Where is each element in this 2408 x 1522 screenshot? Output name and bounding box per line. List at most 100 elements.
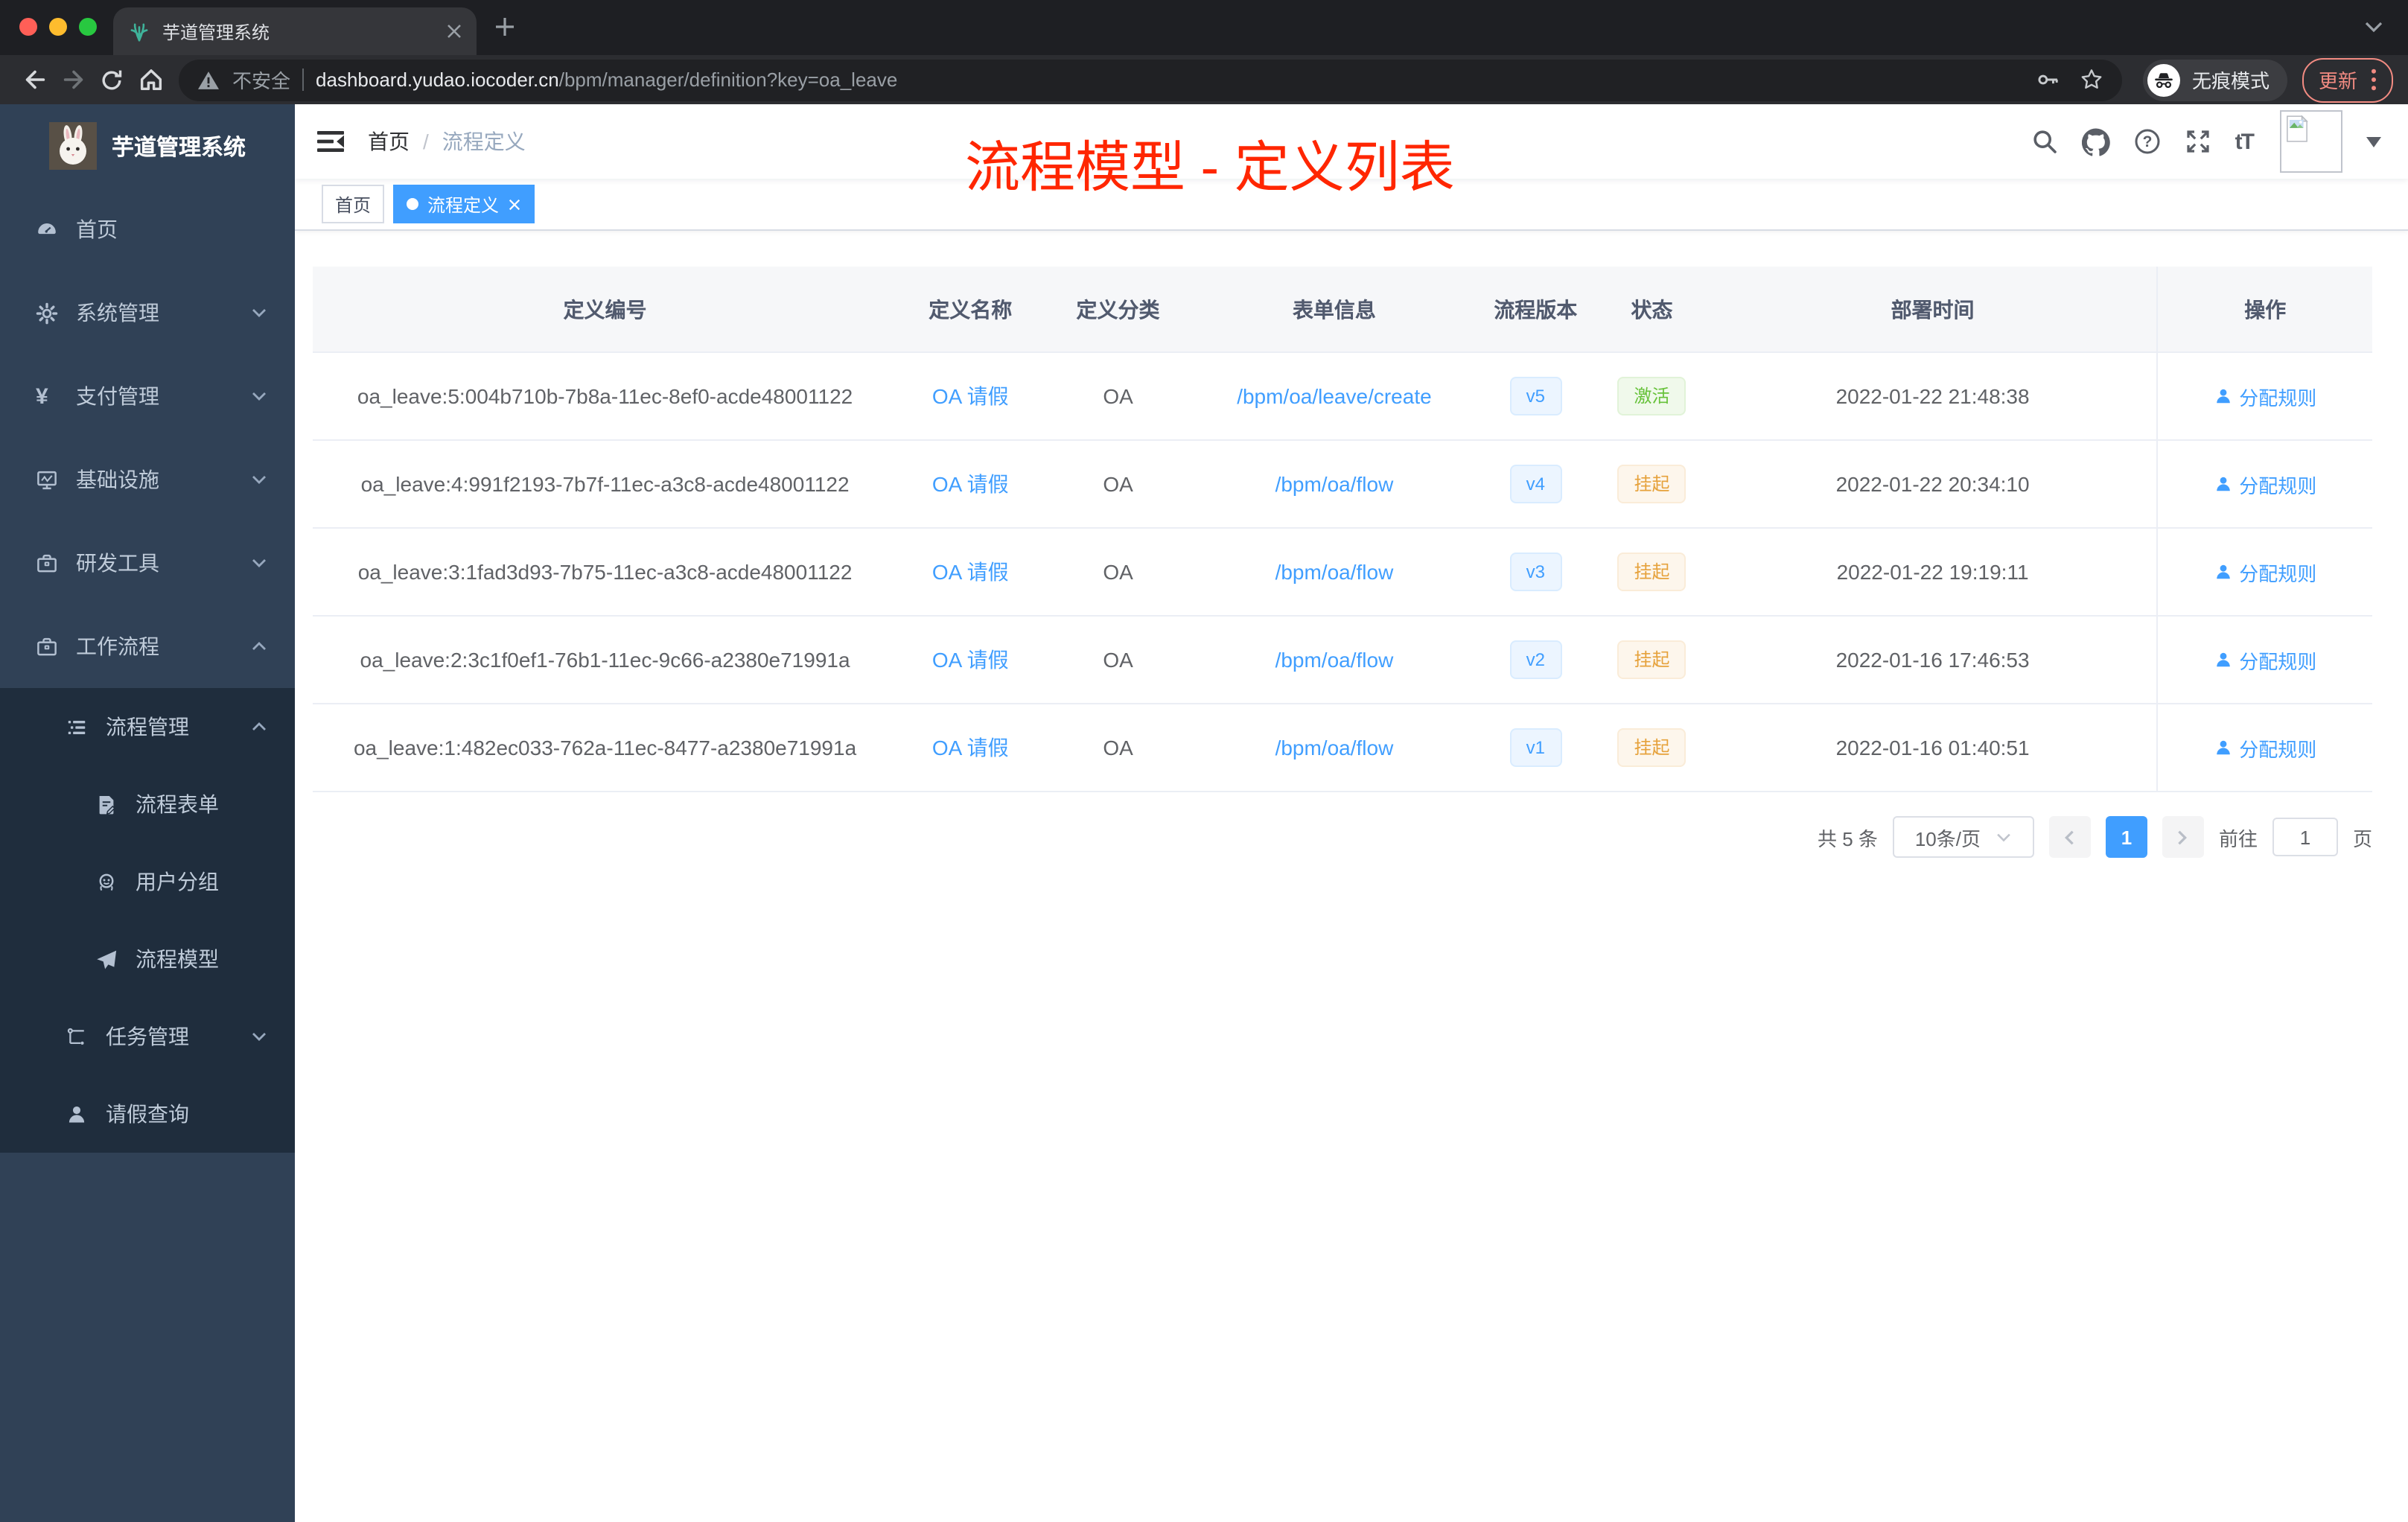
- sidebar-item-label: 工作流程: [76, 634, 159, 658]
- sidebar-collapse-icon[interactable]: [316, 128, 345, 155]
- tab-strip: 芋道管理系统: [0, 0, 2408, 55]
- search-icon[interactable]: [2031, 128, 2058, 155]
- password-key-icon[interactable]: [2036, 67, 2061, 92]
- definition-name-link[interactable]: OA 请假: [932, 472, 1009, 496]
- avatar-dropdown-caret-icon[interactable]: [2366, 137, 2381, 155]
- assign-rule-link[interactable]: 分配规则: [2214, 382, 2316, 410]
- address-bar[interactable]: 不安全 dashboard.yudao.iocoder.cn/bpm/manag…: [179, 59, 2122, 101]
- chevron-down-icon: [250, 304, 268, 322]
- browser-toolbar: 不安全 dashboard.yudao.iocoder.cn/bpm/manag…: [0, 55, 2408, 104]
- table-row: oa_leave:4:991f2193-7b7f-11ec-a3c8-acde4…: [313, 440, 2372, 529]
- column-header: 状态: [1595, 267, 1709, 353]
- definition-name-link[interactable]: OA 请假: [932, 648, 1009, 672]
- sidebar-item-process-form[interactable]: 流程表单: [0, 765, 295, 843]
- minimize-window-button[interactable]: [49, 18, 67, 36]
- chrome-update-menu-button[interactable]: 更新: [2302, 57, 2393, 102]
- breadcrumb-home[interactable]: 首页: [368, 127, 410, 156]
- definition-id-cell: oa_leave:1:482ec033-762a-11ec-8477-a2380…: [313, 704, 898, 792]
- user-icon: [2216, 652, 2230, 667]
- column-header: 表单信息: [1192, 267, 1477, 353]
- page-number-button[interactable]: 1: [2105, 816, 2147, 858]
- sidebar-item-process-model[interactable]: 流程模型: [0, 920, 295, 998]
- sidebar-item-task-management[interactable]: 任务管理: [0, 998, 295, 1075]
- sidebar-menu: 首页系统管理 ¥ 支付管理 基础设施 研发工具工作流程流程管理流程表单用户分组 流程模型任…: [0, 188, 295, 1153]
- macos-window-controls: [19, 18, 97, 36]
- person-icon: [66, 1103, 88, 1125]
- sidebar-item-infrastructure[interactable]: 基础设施: [0, 438, 295, 521]
- active-tag-dot-icon: [407, 198, 419, 210]
- breadcrumb: 首页 / 流程定义: [368, 127, 526, 156]
- app-window: 芋道管理系统 首页系统管理 ¥ 支付管理 基础设施 研发工具工作流程流程管理流程表单用户…: [0, 104, 2408, 1522]
- sidebar-item-workflow[interactable]: 工作流程: [0, 605, 295, 688]
- monitor-icon: [36, 468, 58, 491]
- zoom-window-button[interactable]: [79, 18, 97, 36]
- chevron-up-icon: [250, 718, 268, 736]
- home-button[interactable]: [131, 60, 170, 99]
- screen: 芋道管理系统 不安全 dashboard.yudao.iocoder.cn/bp…: [0, 0, 2408, 1522]
- browser-chrome: 芋道管理系统 不安全 dashboard.yudao.iocoder.cn/bp…: [0, 0, 2408, 104]
- breadcrumb-current: 流程定义: [442, 130, 526, 153]
- form-link[interactable]: /bpm/oa/flow: [1275, 560, 1394, 584]
- avatar[interactable]: [2280, 110, 2342, 173]
- form-link[interactable]: /bpm/oa/leave/create: [1237, 384, 1432, 408]
- form-link[interactable]: /bpm/oa/flow: [1275, 736, 1394, 760]
- tag-item[interactable]: 首页: [322, 185, 385, 223]
- definition-name-link[interactable]: OA 请假: [932, 736, 1009, 760]
- definition-category-cell: OA: [1043, 528, 1193, 617]
- definition-name-link[interactable]: OA 请假: [932, 384, 1009, 408]
- sidebar-item-label: 系统管理: [76, 301, 159, 325]
- app-logo[interactable]: 芋道管理系统: [0, 104, 295, 188]
- chevron-right-icon: [2179, 830, 2188, 844]
- back-button[interactable]: [15, 60, 54, 99]
- sidebar-item-label: 任务管理: [106, 1025, 189, 1048]
- form-link[interactable]: /bpm/oa/flow: [1275, 648, 1394, 672]
- tag-active[interactable]: 流程定义: [393, 185, 535, 223]
- sidebar-item-system[interactable]: 系统管理: [0, 271, 295, 354]
- page-size-select[interactable]: 10条/页: [1892, 816, 2034, 858]
- fullscreen-icon[interactable]: [2185, 128, 2211, 155]
- sidebar-item-leave-query[interactable]: 请假查询: [0, 1075, 295, 1153]
- tab-close-icon[interactable]: [447, 24, 462, 39]
- next-page-button[interactable]: [2162, 816, 2204, 858]
- assign-rule-link[interactable]: 分配规则: [2214, 733, 2316, 762]
- sidebar-item-label: 流程表单: [136, 792, 219, 816]
- github-icon[interactable]: [2081, 127, 2110, 156]
- column-header: 定义名称: [897, 267, 1044, 353]
- definition-category-cell: OA: [1043, 616, 1193, 704]
- sidebar-item-payment[interactable]: ¥ 支付管理: [0, 354, 295, 438]
- sidebar-item-user-group[interactable]: 用户分组: [0, 843, 295, 920]
- close-window-button[interactable]: [19, 18, 37, 36]
- security-warning-icon[interactable]: [197, 69, 220, 90]
- prev-page-button[interactable]: [2048, 816, 2091, 858]
- assign-rule-link[interactable]: 分配规则: [2214, 470, 2316, 498]
- help-icon[interactable]: ?: [2134, 128, 2161, 155]
- form-link[interactable]: /bpm/oa/flow: [1275, 472, 1394, 496]
- tag-close-icon[interactable]: [508, 197, 521, 211]
- sidebar-item-dev-tools[interactable]: 研发工具: [0, 521, 295, 605]
- app-title: 芋道管理系统: [111, 135, 246, 160]
- browser-tab[interactable]: 芋道管理系统: [113, 7, 477, 55]
- version-badge: v1: [1509, 728, 1561, 767]
- gear-icon: [36, 302, 58, 324]
- assign-rule-link[interactable]: 分配规则: [2214, 646, 2316, 674]
- status-badge: 激活: [1617, 377, 1686, 415]
- user-icon: [2216, 477, 2230, 491]
- forward-button[interactable]: [54, 60, 92, 99]
- new-tab-button[interactable]: [494, 16, 515, 37]
- reload-button[interactable]: [92, 60, 131, 99]
- tab-search-chevron-icon[interactable]: [2363, 19, 2384, 34]
- yen-icon: ¥: [36, 383, 48, 409]
- sidebar-item-process-management[interactable]: 流程管理: [0, 688, 295, 765]
- form-icon: [95, 793, 118, 815]
- tag-label: 流程定义: [427, 194, 500, 215]
- dashboard-icon: [36, 218, 58, 241]
- bookmark-star-icon[interactable]: [2079, 67, 2104, 92]
- sidebar-item-home[interactable]: 首页: [0, 188, 295, 271]
- assign-rule-link[interactable]: 分配规则: [2214, 558, 2316, 586]
- definition-id-cell: oa_leave:5:004b710b-7b8a-11ec-8ef0-acde4…: [313, 352, 898, 441]
- definition-id-cell: oa_leave:3:1fad3d93-7b75-11ec-a3c8-acde4…: [313, 528, 898, 617]
- main-area: 首页 / 流程定义 ? tT 流程模型 - 定义列表 首页 流程定义 定义编号 …: [295, 104, 2408, 1522]
- goto-page-input[interactable]: [2272, 818, 2338, 856]
- font-size-icon[interactable]: tT: [2235, 129, 2255, 154]
- definition-name-link[interactable]: OA 请假: [932, 560, 1009, 584]
